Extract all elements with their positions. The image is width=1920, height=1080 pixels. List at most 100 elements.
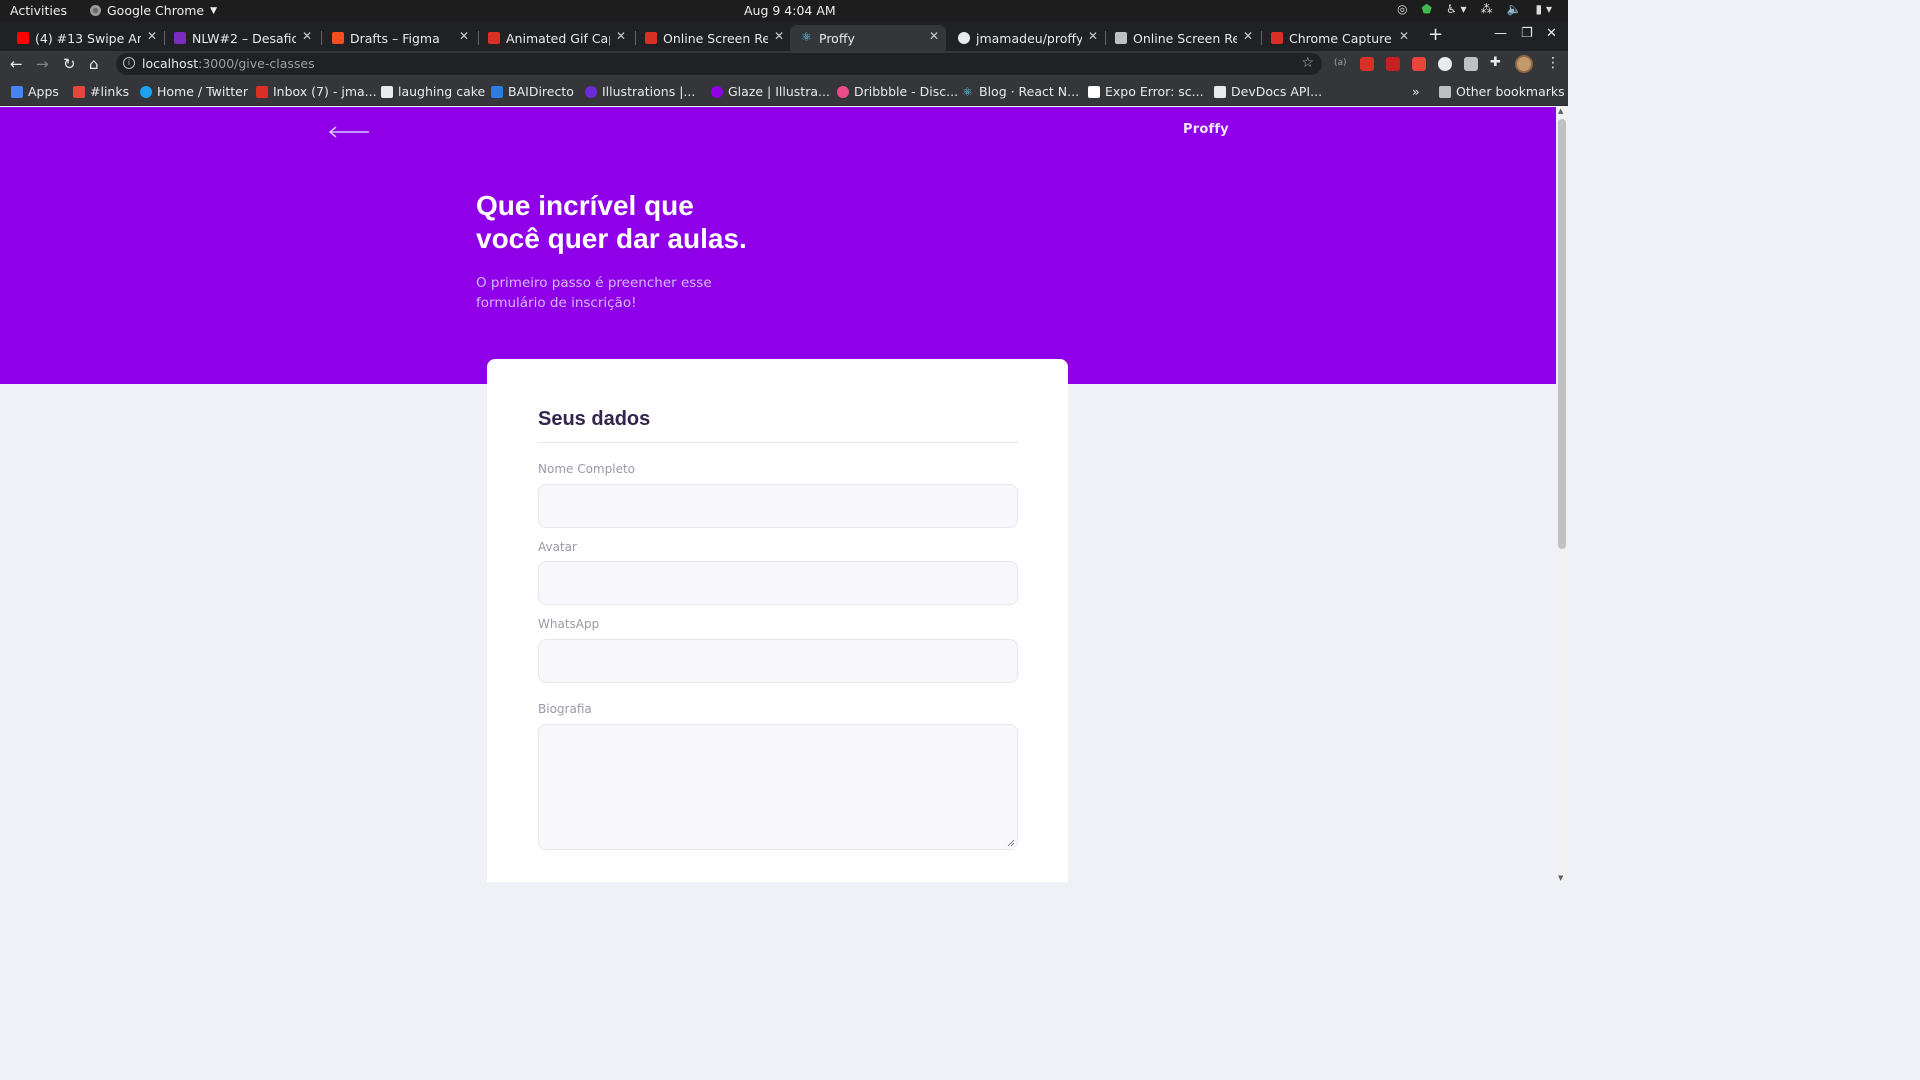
vpn-icon[interactable]: ◎ [1397, 2, 1407, 16]
shield-icon[interactable]: ⬟ [1422, 2, 1432, 16]
network-icon[interactable]: ⁂ [1481, 2, 1493, 16]
resize-handle-icon[interactable] [1007, 839, 1015, 847]
tab-title: Proffy [819, 30, 855, 46]
forward-icon[interactable]: → [36, 55, 49, 73]
bookmark-star-icon[interactable]: ☆ [1301, 55, 1314, 71]
system-clock[interactable]: Aug 9 4:04 AM [744, 3, 836, 18]
more-menu-icon[interactable]: ⋮ [1546, 55, 1560, 71]
folder-icon [1439, 85, 1451, 98]
app-menu[interactable]: Google Chrome ▼ [90, 3, 217, 18]
github-icon [958, 32, 970, 44]
biography-textarea[interactable] [538, 724, 1018, 850]
scroll-up-icon[interactable]: ▲ [1558, 107, 1563, 115]
tab-title: Chrome Capture - S [1289, 30, 1393, 46]
minimize-icon[interactable]: — [1494, 26, 1507, 41]
close-icon[interactable]: ✕ [774, 29, 784, 43]
extension-monitor-icon[interactable] [1464, 57, 1478, 71]
page-subtitle: O primeiro passo é preencher esse formulá… [476, 275, 712, 311]
back-arrow-icon[interactable] [328, 125, 370, 139]
extension-gif-icon[interactable] [1412, 57, 1426, 71]
tab-title: (4) #13 Swipe Anim [35, 30, 141, 46]
tab-screen-recorder[interactable]: Online Screen Reco ✕ [645, 25, 784, 51]
restore-icon[interactable]: ❐ [1521, 26, 1533, 41]
scroll-down-icon[interactable]: ▼ [1558, 874, 1563, 882]
activities-button[interactable]: Activities [10, 3, 67, 18]
close-icon[interactable]: ✕ [616, 29, 626, 43]
url-text[interactable]: localhost:3000/give-classes [142, 56, 315, 71]
tab-title: Online Screen Reco [1133, 30, 1237, 46]
extension-recorder-icon[interactable] [1360, 57, 1374, 71]
bookmarks-overflow-button[interactable]: » [1412, 84, 1420, 99]
other-bookmarks[interactable]: Other bookmarks [1439, 84, 1565, 99]
close-icon[interactable]: ✕ [929, 29, 939, 43]
back-icon[interactable]: ← [10, 55, 23, 73]
tab-title: Drafts – Figma [350, 30, 440, 46]
tab-chrome-capture[interactable]: Chrome Capture - S ✕ [1271, 25, 1409, 51]
address-bar[interactable]: i localhost:3000/give-classes ☆ [116, 53, 1322, 75]
tab-title: NLW#2 – Desafio F [192, 30, 296, 46]
bookmark-react-native-blog[interactable]: ⚛ Blog · React N... [962, 84, 1079, 99]
react-icon: ⚛ [962, 84, 973, 99]
screen-recorder-icon [645, 32, 657, 44]
extensions-puzzle-icon[interactable]: ✚ [1490, 55, 1504, 70]
bookmark-twitter[interactable]: Home / Twitter [140, 84, 248, 99]
full-name-input[interactable] [538, 484, 1018, 528]
accessibility-icon[interactable]: ♿ ▾ [1446, 2, 1467, 16]
os-top-bar: Activities Google Chrome ▼ Aug 9 4:04 AM… [0, 0, 1568, 22]
tab-youtube[interactable]: (4) #13 Swipe Anim ✕ [17, 25, 157, 51]
bai-icon [491, 85, 503, 98]
chrome-icon [90, 5, 101, 16]
react-icon: ⚛ [801, 30, 812, 44]
extension-a-icon[interactable]: (a) [1334, 58, 1348, 72]
notion-purple-icon [174, 32, 186, 44]
bookmark-dribbble[interactable]: Dribbble - Disc... [837, 84, 958, 99]
bookmark-gmail[interactable]: Inbox (7) - jma... [256, 84, 377, 99]
tab-screen-recorder-2[interactable]: Online Screen Reco ✕ [1115, 25, 1253, 51]
bookmark-links[interactable]: #links [73, 84, 129, 99]
extension-github-icon[interactable] [1438, 57, 1452, 71]
bookmark-expo-error[interactable]: Expo Error: sc... [1088, 84, 1204, 99]
profile-avatar[interactable] [1515, 55, 1533, 73]
close-icon[interactable]: ✕ [302, 29, 312, 43]
gif-capture-icon [488, 32, 500, 44]
tab-title: Animated Gif Captu [506, 30, 610, 46]
system-tray[interactable]: ◎ ⬟ ♿ ▾ ⁂ 🔈 ▮ ▾ [1397, 2, 1552, 16]
extension-s-icon[interactable] [1386, 57, 1400, 71]
glaze-icon [711, 85, 723, 98]
close-icon[interactable]: ✕ [1088, 29, 1098, 43]
page-viewport: Proffy Que incrível que você quer dar aul… [0, 107, 1556, 882]
bookmark-apps[interactable]: Apps [11, 84, 59, 99]
tab-title: jmamadeu/proffy [976, 30, 1082, 46]
tab-nlw[interactable]: NLW#2 – Desafio F ✕ [174, 25, 312, 51]
new-tab-button[interactable]: + [1428, 24, 1443, 45]
tab-figma[interactable]: Drafts – Figma ✕ [332, 25, 469, 51]
section-title: Seus dados [538, 408, 651, 430]
close-window-icon[interactable]: ✕ [1546, 26, 1557, 41]
tab-github[interactable]: jmamadeu/proffy ✕ [958, 25, 1098, 51]
page-scrollbar[interactable]: ▲ ▼ [1556, 107, 1568, 882]
avatar-input[interactable] [538, 561, 1018, 605]
tab-title: Online Screen Reco [663, 30, 768, 46]
bookmark-devdocs[interactable]: DevDocs API... [1214, 84, 1322, 99]
reload-icon[interactable]: ↻ [63, 55, 76, 73]
site-info-icon[interactable]: i [123, 57, 135, 69]
close-icon[interactable]: ✕ [147, 29, 157, 43]
bookmark-illustrations[interactable]: Illustrations |... [585, 84, 695, 99]
registration-form: Seus dados Nome Completo Avatar WhatsApp… [487, 359, 1068, 882]
proffy-logo: Proffy [1183, 122, 1229, 137]
bookmark-baidirecto[interactable]: BAIDirecto [491, 84, 574, 99]
home-icon[interactable]: ⌂ [89, 55, 99, 73]
browser-toolbar: ← → ↻ ⌂ i localhost:3000/give-classes ☆ … [0, 51, 1568, 78]
volume-icon[interactable]: 🔈 [1507, 2, 1522, 16]
whatsapp-input[interactable] [538, 639, 1018, 683]
battery-icon[interactable]: ▮ ▾ [1536, 2, 1552, 16]
bookmark-laughing-cake[interactable]: laughing cake [381, 84, 485, 99]
tab-gif-capture[interactable]: Animated Gif Captu ✕ [488, 25, 626, 51]
tab-proffy[interactable]: ⚛ Proffy ✕ [790, 25, 946, 51]
whatsapp-label: WhatsApp [538, 617, 600, 631]
close-icon[interactable]: ✕ [459, 29, 469, 43]
scrollbar-thumb[interactable] [1558, 119, 1566, 549]
close-icon[interactable]: ✕ [1399, 29, 1409, 43]
close-icon[interactable]: ✕ [1243, 29, 1253, 43]
bookmark-glaze[interactable]: Glaze | Illustra... [711, 84, 830, 99]
